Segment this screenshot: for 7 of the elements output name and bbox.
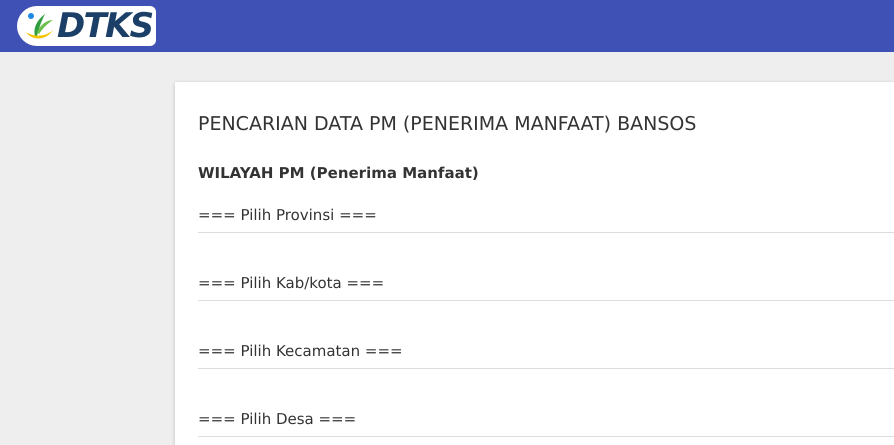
select-field[interactable]: === Pilih Desa === (198, 402, 894, 436)
select-field[interactable]: === Pilih Kab/kota === (198, 266, 894, 300)
section-title: WILAYAH PM (Penerima Manfaat) (198, 163, 480, 184)
logo-text: DTKS (57, 9, 152, 43)
select-field[interactable]: === Pilih Kecamatan === (198, 334, 894, 368)
page-title: PENCARIAN DATA PM (PENERIMA MANFAAT) BANSOS (198, 112, 698, 137)
select-field[interactable]: === Pilih Provinsi === (198, 198, 894, 232)
